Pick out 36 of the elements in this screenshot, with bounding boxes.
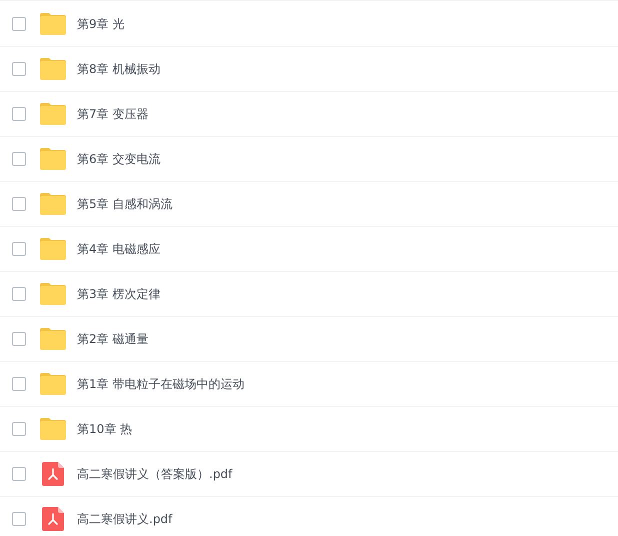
- folder-icon: [40, 103, 66, 125]
- file-name[interactable]: 第7章 变压器: [77, 106, 148, 122]
- checkbox[interactable]: [12, 62, 26, 76]
- checkbox[interactable]: [12, 512, 26, 526]
- checkbox[interactable]: [12, 197, 26, 211]
- file-name[interactable]: 第3章 楞次定律: [77, 286, 160, 302]
- folder-icon: [40, 193, 66, 215]
- file-name[interactable]: 第10章 热: [77, 420, 132, 438]
- folder-icon: [40, 238, 66, 260]
- folder-icon: [40, 58, 66, 80]
- checkbox[interactable]: [12, 287, 26, 301]
- file-name[interactable]: 高二寒假讲义.pdf: [77, 510, 172, 528]
- folder-icon: [40, 148, 66, 170]
- checkbox[interactable]: [12, 242, 26, 256]
- folder-icon: [40, 283, 66, 305]
- checkbox[interactable]: [12, 422, 26, 436]
- file-name[interactable]: 第6章 交变电流: [77, 150, 160, 168]
- pdf-file-icon: [42, 462, 64, 486]
- file-name[interactable]: 第1章 带电粒子在磁场中的运动: [77, 376, 244, 392]
- checkbox[interactable]: [12, 152, 26, 166]
- file-name[interactable]: 第8章 机械振动: [77, 60, 160, 78]
- file-name[interactable]: 第4章 电磁感应: [77, 240, 160, 258]
- file-name[interactable]: 第2章 磁通量: [77, 330, 148, 348]
- file-name[interactable]: 第5章 自感和涡流: [77, 196, 172, 212]
- checkbox[interactable]: [12, 332, 26, 346]
- file-name[interactable]: 高二寒假讲义（答案版）.pdf: [77, 466, 232, 482]
- checkbox[interactable]: [12, 467, 26, 481]
- checkbox[interactable]: [12, 377, 26, 391]
- file-name[interactable]: 第9章 光: [77, 16, 124, 32]
- checkbox[interactable]: [12, 17, 26, 31]
- folder-icon: [40, 418, 66, 440]
- folder-icon: [40, 328, 66, 350]
- checkbox[interactable]: [12, 107, 26, 121]
- pdf-file-icon: [42, 507, 64, 531]
- folder-icon: [40, 373, 66, 395]
- folder-icon: [40, 13, 66, 35]
